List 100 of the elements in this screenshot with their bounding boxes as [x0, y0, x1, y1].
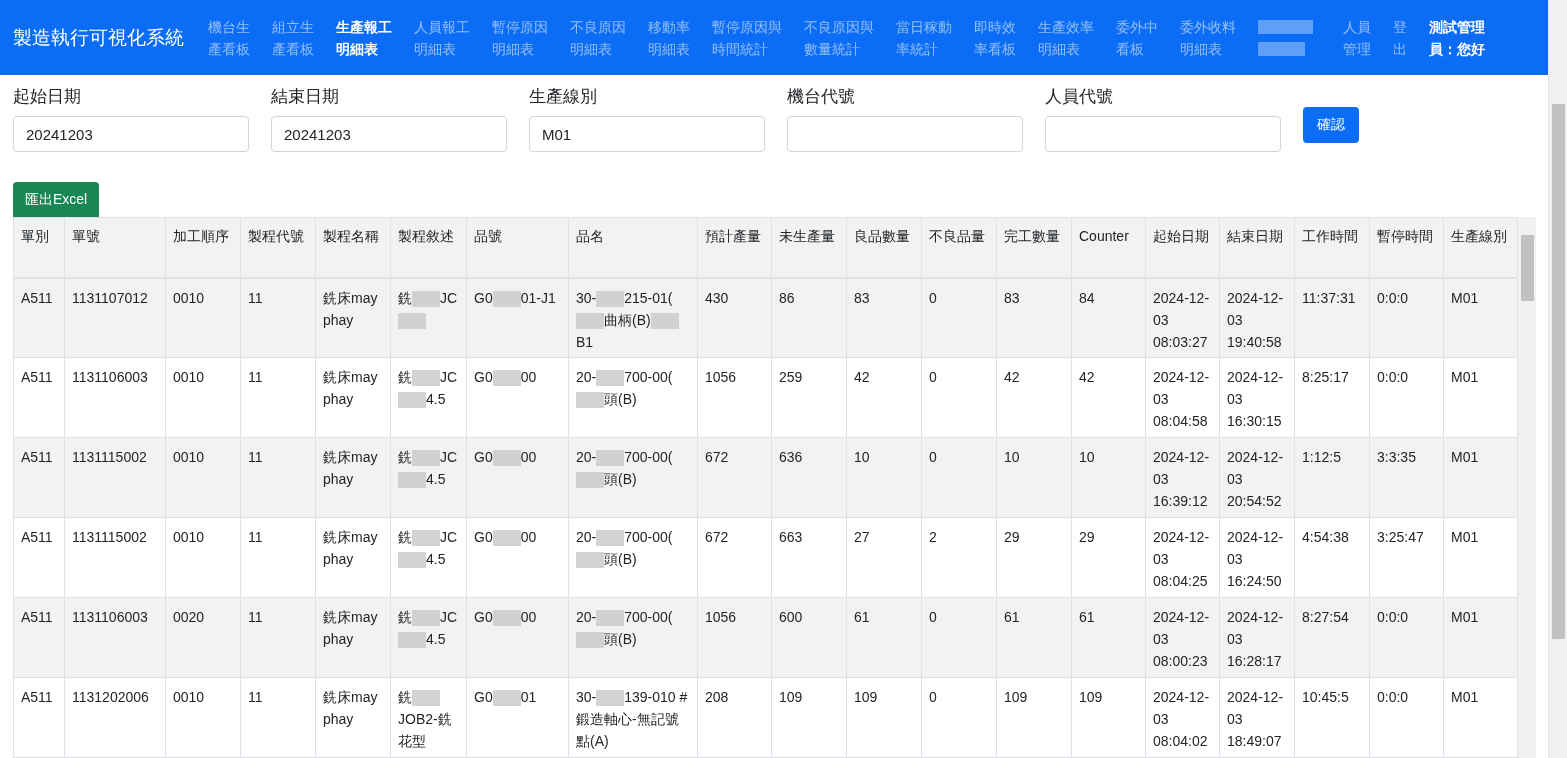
input-field[interactable]: 20241203: [271, 116, 507, 152]
table-cell: M01: [1443, 677, 1518, 758]
table-cell: 3:25:47: [1369, 517, 1444, 598]
nav-link[interactable]: 機台生 產看板: [208, 15, 250, 60]
table-cell: 銑床may phay: [315, 517, 391, 598]
table-cell: G0 00: [466, 597, 569, 678]
table-cell: 61: [1071, 597, 1146, 678]
scrollbar[interactable]: [1518, 217, 1536, 758]
nav-link[interactable]: 不良原因 明細表: [570, 15, 626, 60]
column-header: 良品數量: [846, 217, 922, 278]
table-cell: 600: [771, 597, 847, 678]
table-cell: 0: [921, 437, 997, 518]
table-cell: 2024-12-03 16:30:15: [1219, 357, 1295, 438]
table-cell: 0: [921, 277, 997, 358]
field-label: 機台代號: [787, 86, 856, 108]
table-cell: 0010: [165, 277, 241, 358]
input-field[interactable]: 20241203: [13, 116, 249, 152]
table-cell: 11: [240, 277, 316, 358]
table-cell: M01: [1443, 597, 1518, 678]
table-cell: 1131202006: [64, 677, 166, 758]
column-header: 預計產量: [697, 217, 772, 278]
field-label: 生產線別: [529, 86, 598, 108]
table-cell: 430: [697, 277, 772, 358]
nav-link[interactable]: 組立生 產看板: [272, 15, 314, 60]
table-cell: 2024-12-03 20:54:52: [1219, 437, 1295, 518]
table-cell: 109: [996, 677, 1072, 758]
confirm-button[interactable]: 確認: [1303, 107, 1359, 143]
table-cell: 銑床may phay: [315, 357, 391, 438]
nav-link[interactable]: 即時效 率看板: [974, 15, 1016, 60]
nav-link[interactable]: 移動率 明細表: [648, 15, 690, 60]
nav-link[interactable]: 委外中 看板: [1116, 15, 1158, 60]
table-cell: 銑 JC 4.5: [390, 597, 467, 678]
table-cell: 2024-12-03 16:24:50: [1219, 517, 1295, 598]
table-cell: G0 00: [466, 437, 569, 518]
table-cell: 銑床may phay: [315, 597, 391, 678]
nav-link[interactable]: 當日稼動 率統計: [896, 15, 952, 60]
field-label: 結束日期: [271, 86, 340, 108]
scrollbar[interactable]: [1548, 0, 1567, 758]
table-cell: 1056: [697, 357, 772, 438]
column-header: 完工數量: [996, 217, 1072, 278]
input-field[interactable]: [1045, 116, 1281, 152]
table-cell: 0020: [165, 597, 241, 678]
table-cell: 1131106003: [64, 357, 166, 438]
table-cell: 20- 700-00( 頭(B): [568, 597, 698, 678]
table-cell: 2024-12-03 19:40:58: [1219, 277, 1295, 358]
table-cell: 20- 700-00( 頭(B): [568, 437, 698, 518]
table-cell: 83: [996, 277, 1072, 358]
column-header: 品名: [568, 217, 698, 278]
table-cell: A511: [13, 437, 65, 518]
table-cell: 42: [846, 357, 922, 438]
table-cell: 銑 JC: [390, 277, 467, 358]
table-cell: M01: [1443, 357, 1518, 438]
table-cell: 8:27:54: [1294, 597, 1370, 678]
column-header: 起始日期: [1145, 217, 1220, 278]
table-cell: 銑床may phay: [315, 437, 391, 518]
table-cell: 0010: [165, 517, 241, 598]
table-cell: 0:0:0: [1369, 597, 1444, 678]
column-header: 未生產量: [771, 217, 847, 278]
column-header: 單號: [64, 217, 166, 278]
table-cell: A511: [13, 277, 65, 358]
table-cell: 208: [697, 677, 772, 758]
table-cell: 0: [921, 677, 997, 758]
nav-link[interactable]: 暫停原因 明細表: [492, 15, 548, 60]
table-cell: 1131115002: [64, 437, 166, 518]
table-cell: 83: [846, 277, 922, 358]
table-cell: 11: [240, 437, 316, 518]
export-button[interactable]: 匯出Excel: [13, 182, 100, 217]
table-cell: 8:25:17: [1294, 357, 1370, 438]
table-cell: 2024-12-03 16:28:17: [1219, 597, 1295, 678]
table-cell: 2: [921, 517, 997, 598]
nav-link[interactable]: 委外收料 明細表: [1180, 15, 1236, 60]
table-cell: 84: [1071, 277, 1146, 358]
input-field[interactable]: [787, 116, 1023, 152]
table-cell: 0:0:0: [1369, 357, 1444, 438]
table-cell: 1131107012: [64, 277, 166, 358]
nav-link[interactable]: 暫停原因與 時間統計: [712, 15, 782, 60]
table-cell: 2024-12-03 08:00:23: [1145, 597, 1220, 678]
table-cell: 42: [996, 357, 1072, 438]
input-field[interactable]: M01: [529, 116, 765, 152]
table-cell: 銑床may phay: [315, 677, 391, 758]
nav-link[interactable]: 不良原因與 數量統計: [804, 15, 874, 60]
table-cell: 109: [846, 677, 922, 758]
column-header: 品號: [466, 217, 569, 278]
nav-link[interactable]: 生產效率 明細表: [1038, 15, 1094, 60]
nav-link[interactable]: 生產報工 明細表: [336, 15, 392, 60]
column-header: 結束日期: [1219, 217, 1295, 278]
table-cell: A511: [13, 677, 65, 758]
table-cell: 30- 139-010 #鍛造軸心-無記號點(A): [568, 677, 698, 758]
table-cell: 2024-12-03 08:04:25: [1145, 517, 1220, 598]
nav-link[interactable]: 人員報工 明細表: [414, 15, 470, 60]
table-cell: G0 01-J1: [466, 277, 569, 358]
table-cell: 1:12:5: [1294, 437, 1370, 518]
table-cell: 1131106003: [64, 597, 166, 678]
table-cell: G0 00: [466, 357, 569, 438]
nav-link[interactable]: 人員 管理: [1343, 15, 1371, 60]
table-cell: 0010: [165, 437, 241, 518]
blurred-nav-link[interactable]: [1258, 19, 1313, 56]
column-header: 製程代號: [240, 217, 316, 278]
nav-link[interactable]: 登 出: [1393, 15, 1407, 60]
table-cell: 20- 700-00( 頭(B): [568, 517, 698, 598]
